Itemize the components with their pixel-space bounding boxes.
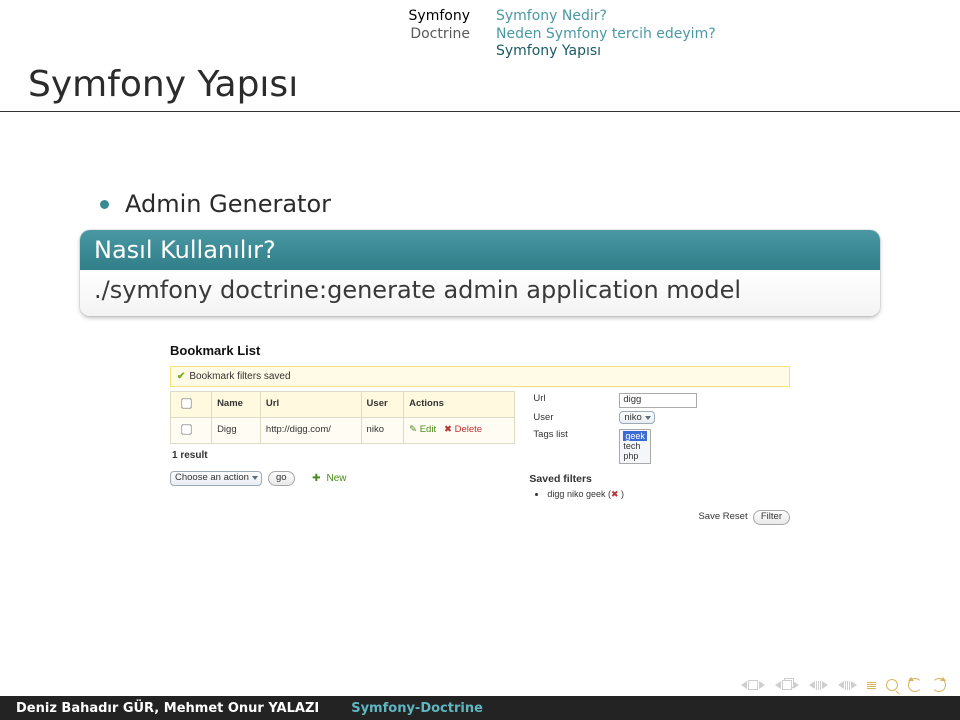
reset-link[interactable]: Reset: [723, 511, 748, 522]
nav-slide[interactable]: [741, 680, 765, 690]
go-button[interactable]: go: [268, 471, 295, 486]
bullet-text: Admin Generator: [125, 190, 331, 218]
filter-form: Url digg User niko Tags list geek: [529, 391, 790, 466]
filter-tags-label: Tags list: [529, 427, 615, 467]
beamer-nav-symbols: [741, 678, 946, 692]
list-column: Name Url User Actions Digg http://digg.c…: [170, 391, 515, 525]
subsection-link[interactable]: Symfony Nedir?: [496, 8, 716, 26]
bullet-icon: [100, 200, 109, 209]
example-block: Nasıl Kullanılır? ./symfony doctrine:gen…: [80, 230, 880, 316]
pencil-icon[interactable]: ✎: [409, 424, 417, 435]
section-active[interactable]: Symfony: [0, 8, 470, 26]
col-url[interactable]: Url: [260, 392, 361, 418]
saved-filter-close: ): [619, 489, 625, 499]
footer-title: Symfony-Doctrine: [335, 701, 499, 716]
saved-filter-item[interactable]: digg niko geek (✖ ): [547, 488, 790, 500]
tag-option[interactable]: php: [623, 451, 638, 461]
admin-heading: Bookmark List: [170, 342, 790, 360]
section-inactive[interactable]: Doctrine: [0, 26, 470, 44]
filter-column: Url digg User niko Tags list geek: [529, 391, 790, 525]
edit-link[interactable]: Edit: [420, 424, 436, 435]
admin-columns: Name Url User Actions Digg http://digg.c…: [170, 391, 790, 525]
saved-filter-text: digg niko geek (: [547, 489, 611, 499]
forward-icon[interactable]: [932, 678, 946, 692]
nav-subsection[interactable]: [809, 681, 828, 690]
new-link[interactable]: New: [326, 472, 346, 486]
plus-icon[interactable]: ✚: [312, 472, 320, 486]
flash-text: Bookmark filters saved: [189, 370, 290, 384]
nav-frame[interactable]: [775, 680, 799, 690]
delete-link[interactable]: Delete: [455, 424, 482, 435]
footer-bar: Deniz Bahadır GÜR, Mehmet Onur YALAZI Sy…: [0, 696, 960, 720]
check-icon: ✔: [177, 370, 185, 384]
footer-authors: Deniz Bahadır GÜR, Mehmet Onur YALAZI: [0, 701, 335, 716]
saved-filters-heading: Saved filters: [529, 472, 790, 486]
admin-generator-screenshot: Bookmark List ✔ Bookmark filters saved N…: [170, 342, 790, 525]
saved-filters-list: digg niko geek (✖ ): [529, 488, 790, 500]
back-icon[interactable]: [908, 678, 922, 692]
nav-section[interactable]: [838, 681, 857, 690]
slide: Symfony Doctrine Symfony Nedir? Neden Sy…: [0, 0, 960, 720]
nav-appendix-icon[interactable]: [867, 682, 876, 689]
cell-actions: ✎ Edit ✖ Delete: [404, 417, 515, 443]
search-icon[interactable]: [886, 679, 898, 691]
cell-name: Digg: [212, 417, 261, 443]
flash-message: ✔ Bookmark filters saved: [170, 366, 790, 388]
table-header-row: Name Url User Actions: [171, 392, 515, 418]
batch-select[interactable]: Choose an action: [170, 471, 262, 486]
row-checkbox[interactable]: [181, 424, 191, 434]
cell-user: niko: [361, 417, 404, 443]
top-navigation: Symfony Doctrine Symfony Nedir? Neden Sy…: [0, 8, 960, 61]
list-table: Name Url User Actions Digg http://digg.c…: [170, 391, 515, 444]
cell-url[interactable]: http://digg.com/: [260, 417, 361, 443]
col-actions: Actions: [404, 392, 515, 418]
filter-button[interactable]: Filter: [753, 510, 790, 525]
frame-title: Symfony Yapısı: [0, 58, 960, 112]
filter-buttons: Save Reset Filter: [529, 510, 790, 525]
col-name[interactable]: Name: [212, 392, 261, 418]
bullet-line: Admin Generator: [80, 190, 880, 218]
filter-tags-select[interactable]: geek tech php: [619, 429, 651, 464]
save-link[interactable]: Save: [698, 511, 720, 522]
section-column: Symfony Doctrine: [0, 8, 470, 61]
col-user[interactable]: User: [361, 392, 404, 418]
col-checkbox: [171, 392, 212, 418]
table-row: Digg http://digg.com/ niko ✎ Edit ✖ Dele…: [171, 417, 515, 443]
delete-icon[interactable]: ✖: [444, 424, 452, 435]
slide-content: Admin Generator Nasıl Kullanılır? ./symf…: [80, 190, 880, 525]
result-count: 1 result: [170, 444, 515, 468]
delete-icon[interactable]: ✖: [611, 489, 619, 499]
filter-user-select[interactable]: niko: [619, 411, 654, 424]
tag-option-selected[interactable]: geek: [623, 431, 647, 441]
example-title: Nasıl Kullanılır?: [80, 230, 880, 270]
example-body: ./symfony doctrine:generate admin applic…: [80, 270, 880, 316]
subsection-column: Symfony Nedir? Neden Symfony tercih edey…: [496, 8, 716, 61]
tag-option[interactable]: tech: [623, 441, 640, 451]
subsection-link[interactable]: Neden Symfony tercih edeyim?: [496, 26, 716, 44]
filter-url-label: Url: [529, 391, 615, 410]
filter-user-label: User: [529, 410, 615, 427]
filter-url-input[interactable]: digg: [619, 393, 697, 408]
select-all-checkbox[interactable]: [181, 398, 191, 408]
batch-actions: Choose an action go ✚ New: [170, 467, 515, 486]
